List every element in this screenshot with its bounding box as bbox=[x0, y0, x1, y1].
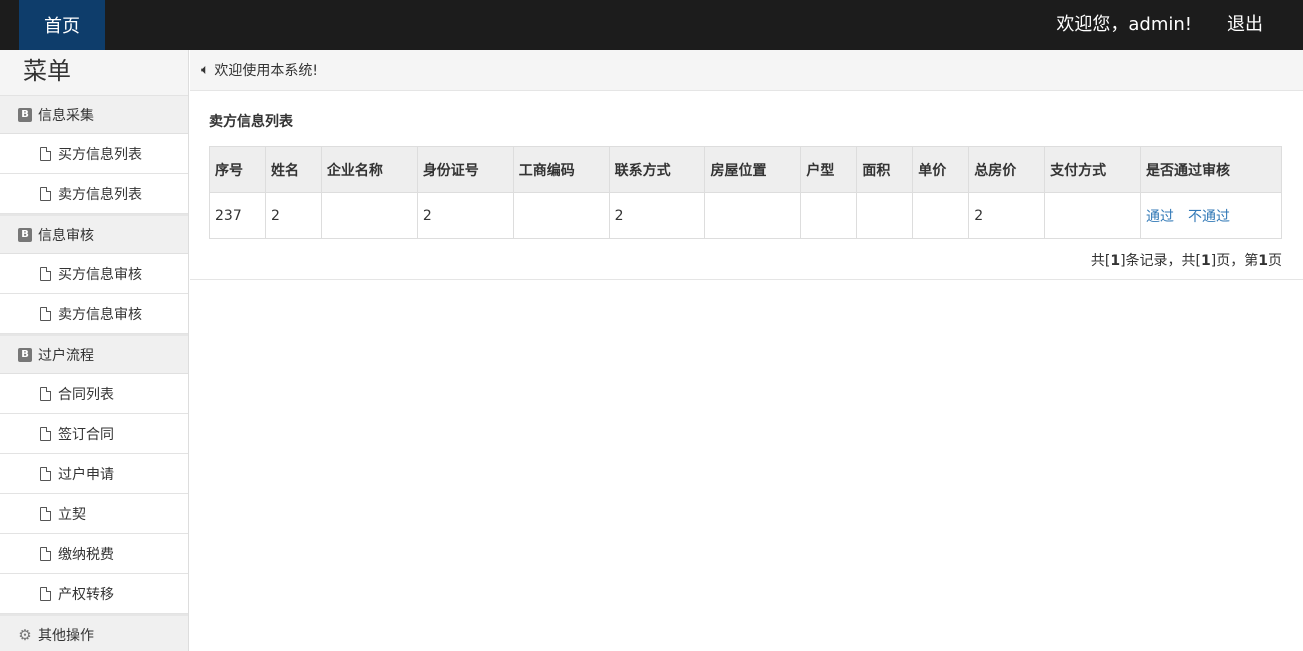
sidebar-item-label: 卖方信息审核 bbox=[58, 306, 142, 323]
sidebar-item-label: 卖方信息列表 bbox=[58, 186, 142, 203]
pager-text: ]条记录，共[ bbox=[1120, 253, 1202, 269]
reject-link[interactable]: 不通过 bbox=[1188, 209, 1230, 225]
sidebar-group-info-collect[interactable]: B 信息采集 bbox=[0, 96, 188, 134]
notice-text: 欢迎使用本系统! bbox=[214, 63, 319, 79]
table-row: 237 2 2 2 2 通过 不通过 bbox=[209, 192, 1282, 239]
file-icon bbox=[40, 466, 51, 481]
table-cell: 2 bbox=[264, 192, 322, 239]
file-icon bbox=[40, 146, 51, 161]
file-icon bbox=[40, 586, 51, 601]
file-icon bbox=[40, 186, 51, 201]
table-cell: 2 bbox=[608, 192, 706, 239]
sidebar-item-pay-tax[interactable]: 缴纳税费 bbox=[0, 534, 188, 574]
table-cell: 2 bbox=[416, 192, 514, 239]
file-icon bbox=[40, 266, 51, 281]
file-icon bbox=[40, 306, 51, 321]
sidebar-group-label: 过户流程 bbox=[38, 347, 94, 364]
table-cell bbox=[512, 192, 610, 239]
sidebar-item-label: 立契 bbox=[58, 506, 86, 523]
page-title: 卖方信息列表 bbox=[209, 114, 293, 130]
sidebar-item-seller-review[interactable]: 卖方信息审核 bbox=[0, 294, 188, 334]
bootstrap-badge-icon: B bbox=[18, 227, 32, 242]
sidebar-item-buyer-list[interactable]: 买方信息列表 bbox=[0, 134, 188, 174]
file-icon bbox=[40, 426, 51, 441]
pager-text: 共[ bbox=[1090, 253, 1111, 269]
column-header: 单价 bbox=[912, 146, 970, 193]
gear-icon: ⚙ bbox=[18, 625, 32, 644]
table-cell bbox=[856, 192, 914, 239]
sidebar-group-label: 其他操作 bbox=[38, 627, 94, 644]
file-icon bbox=[40, 386, 51, 401]
table-cell: 237 bbox=[209, 192, 266, 239]
sidebar-item-label: 合同列表 bbox=[58, 386, 114, 403]
column-header: 姓名 bbox=[264, 146, 322, 193]
bootstrap-badge-icon: B bbox=[18, 107, 32, 122]
sidebar-item-sign-contract[interactable]: 签订合同 bbox=[0, 414, 188, 454]
sidebar-group-label: 信息采集 bbox=[38, 107, 94, 124]
file-icon bbox=[40, 506, 51, 521]
current-page: 1 bbox=[1258, 253, 1268, 269]
column-header: 联系方式 bbox=[608, 146, 706, 193]
main-content: 卖方信息列表 序号 姓名 企业名称 身份证号 工商编码 联系方式 房屋位置 户型… bbox=[190, 91, 1303, 280]
sidebar-item-seller-list[interactable]: 卖方信息列表 bbox=[0, 174, 188, 214]
sidebar-group-transfer-process[interactable]: B 过户流程 bbox=[0, 334, 188, 374]
notice-bar: 🔈︎ 欢迎使用本系统! bbox=[190, 50, 1303, 91]
column-header: 户型 bbox=[800, 146, 858, 193]
table-cell bbox=[800, 192, 858, 239]
sidebar-item-label: 过户申请 bbox=[58, 466, 114, 483]
total-pages: 1 bbox=[1201, 253, 1211, 269]
sidebar-item-transfer-apply[interactable]: 过户申请 bbox=[0, 454, 188, 494]
table-cell bbox=[704, 192, 802, 239]
column-header: 总房价 bbox=[968, 146, 1046, 193]
sidebar-group-other[interactable]: ⚙ 其他操作 bbox=[0, 614, 188, 651]
pagination-info: 共[1]条记录，共[1]页，第1页 bbox=[1091, 250, 1282, 270]
table-cell bbox=[1044, 192, 1142, 239]
sidebar-item-property-transfer[interactable]: 产权转移 bbox=[0, 574, 188, 614]
seller-table: 序号 姓名 企业名称 身份证号 工商编码 联系方式 房屋位置 户型 面积 单价 … bbox=[209, 146, 1282, 239]
column-header: 支付方式 bbox=[1044, 146, 1142, 193]
sidebar-item-label: 买方信息审核 bbox=[58, 266, 142, 283]
column-header: 是否通过审核 bbox=[1140, 146, 1282, 193]
file-icon bbox=[40, 546, 51, 561]
sidebar-group-label: 信息审核 bbox=[38, 227, 94, 244]
column-header: 身份证号 bbox=[416, 146, 514, 193]
welcome-text: 欢迎您，admin! bbox=[1056, 14, 1192, 35]
sidebar-item-buyer-review[interactable]: 买方信息审核 bbox=[0, 254, 188, 294]
sidebar-item-label: 买方信息列表 bbox=[58, 146, 142, 163]
column-header: 房屋位置 bbox=[704, 146, 802, 193]
sidebar-title: 菜单 bbox=[0, 50, 188, 96]
column-header: 序号 bbox=[209, 146, 266, 193]
pager-text: 页 bbox=[1268, 253, 1282, 269]
sidebar-item-label: 产权转移 bbox=[58, 586, 114, 603]
sidebar-item-contract-list[interactable]: 合同列表 bbox=[0, 374, 188, 414]
table-cell bbox=[320, 192, 418, 239]
pager-text: ]页，第 bbox=[1210, 253, 1259, 269]
sidebar: 菜单 B 信息采集 买方信息列表 卖方信息列表 B 信息审核 买方信息审核 卖方… bbox=[0, 50, 189, 651]
total-records: 1 bbox=[1110, 253, 1121, 269]
table-cell: 2 bbox=[968, 192, 1046, 239]
column-header: 工商编码 bbox=[512, 146, 610, 193]
sidebar-item-label: 签订合同 bbox=[58, 426, 114, 443]
column-header: 企业名称 bbox=[320, 146, 418, 193]
approve-link[interactable]: 通过 bbox=[1146, 209, 1174, 225]
top-navbar: 首页 欢迎您，admin! 退出 bbox=[0, 0, 1303, 50]
sidebar-group-info-review[interactable]: B 信息审核 bbox=[0, 214, 188, 254]
bootstrap-badge-icon: B bbox=[18, 347, 32, 362]
sidebar-item-deed[interactable]: 立契 bbox=[0, 494, 188, 534]
volume-icon: 🔈︎ bbox=[201, 62, 210, 78]
home-nav-button[interactable]: 首页 bbox=[19, 0, 105, 50]
table-cell bbox=[912, 192, 970, 239]
column-header: 面积 bbox=[856, 146, 914, 193]
table-header-row: 序号 姓名 企业名称 身份证号 工商编码 联系方式 房屋位置 户型 面积 单价 … bbox=[209, 146, 1282, 193]
logout-link[interactable]: 退出 bbox=[1227, 0, 1263, 50]
sidebar-item-label: 缴纳税费 bbox=[58, 546, 114, 563]
review-actions-cell: 通过 不通过 bbox=[1140, 192, 1282, 239]
